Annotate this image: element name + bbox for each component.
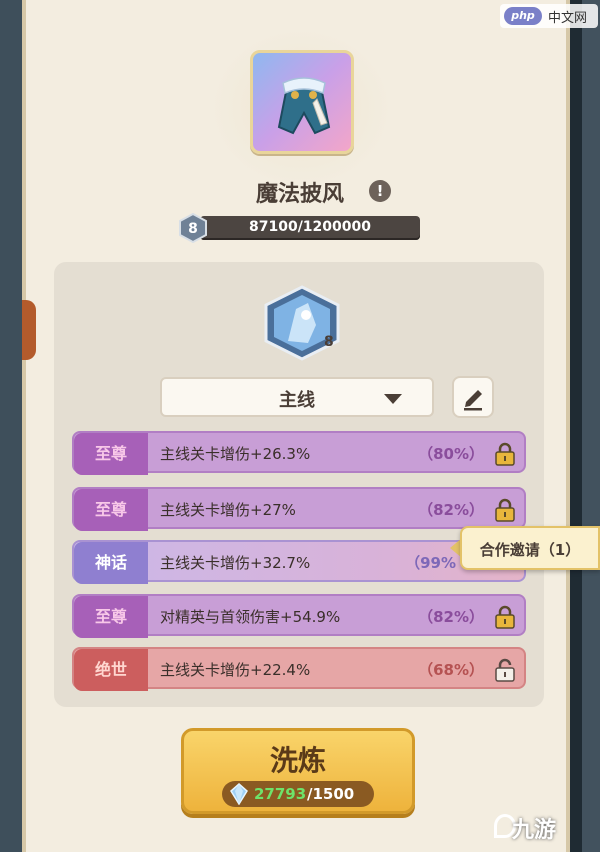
background-right-bar (570, 0, 582, 852)
item-name: 魔法披风 (255, 182, 344, 207)
tier-tag: 至尊 (74, 596, 148, 638)
pencil-icon (464, 390, 482, 411)
attribute-percent: （99% (405, 554, 456, 572)
watermark-text: 中文网 (548, 11, 588, 26)
attribute-percent: （82%） (418, 608, 484, 626)
watermark-bottom: 九游 (512, 818, 557, 843)
attribute-text: 主线关卡增伤+27% (160, 501, 296, 519)
tier-tag: 至尊 (74, 489, 148, 531)
attribute-percent: （68%） (418, 661, 484, 679)
lock-icon[interactable] (494, 442, 516, 466)
refine-cost: 27793 /1500 (222, 781, 374, 807)
attribute-text: 主线关卡增伤+22.4% (160, 661, 311, 679)
edit-button[interactable] (452, 376, 494, 418)
exp-text: 87100/1200000 (248, 219, 371, 235)
attribute-row[interactable]: 至尊 主线关卡增伤+26.3% （80%） (72, 431, 526, 475)
attribute-text: 主线关卡增伤+26.3% (160, 445, 311, 463)
tier-tag: 绝世 (74, 649, 148, 691)
attribute-text: 主线关卡增伤+32.7% (160, 554, 311, 572)
refine-button[interactable]: 洗炼 27793 /1500 (181, 728, 415, 814)
chevron-down-icon (384, 394, 402, 404)
refine-label: 洗炼 (269, 744, 326, 777)
attribute-percent: （80%） (418, 445, 484, 463)
coop-invite-label: 合作邀请（1） (479, 541, 581, 559)
unlock-icon[interactable] (494, 658, 516, 682)
lock-icon[interactable] (494, 498, 516, 522)
attribute-text: 对精英与首领伤害+54.9% (160, 608, 341, 626)
info-icon[interactable]: ! (369, 180, 391, 202)
exp-bar: 87100/1200000 (200, 216, 420, 240)
watermark-top: php 中文网 (500, 4, 598, 28)
cloak-icon (277, 77, 331, 135)
attribute-percent: （82%） (418, 501, 484, 519)
mode-dropdown[interactable]: 主线 (160, 377, 434, 417)
side-ornament (22, 300, 36, 360)
attribute-row[interactable]: 绝世 主线关卡增伤+22.4% （68%） (72, 647, 526, 691)
attribute-row[interactable]: 至尊 对精英与首领伤害+54.9% （82%） (72, 594, 526, 638)
cost-owned: 27793 (254, 785, 307, 803)
level-number: 8 (188, 221, 198, 237)
coop-invite-popup[interactable]: 合作邀请（1） (460, 526, 600, 570)
level-badge-icon: 8 (179, 213, 207, 243)
tier-tag: 神话 (74, 542, 148, 584)
cost-required: /1500 (307, 785, 355, 803)
attribute-row[interactable]: 至尊 主线关卡增伤+27% （82%） (72, 487, 526, 531)
watermark-logo: php (504, 7, 542, 25)
crystal-icon (230, 783, 248, 805)
item-icon-frame[interactable] (250, 50, 354, 154)
skill-level: 8 (324, 334, 334, 350)
background-left (0, 0, 22, 852)
tier-tag: 至尊 (74, 433, 148, 475)
lock-icon[interactable] (494, 605, 516, 629)
